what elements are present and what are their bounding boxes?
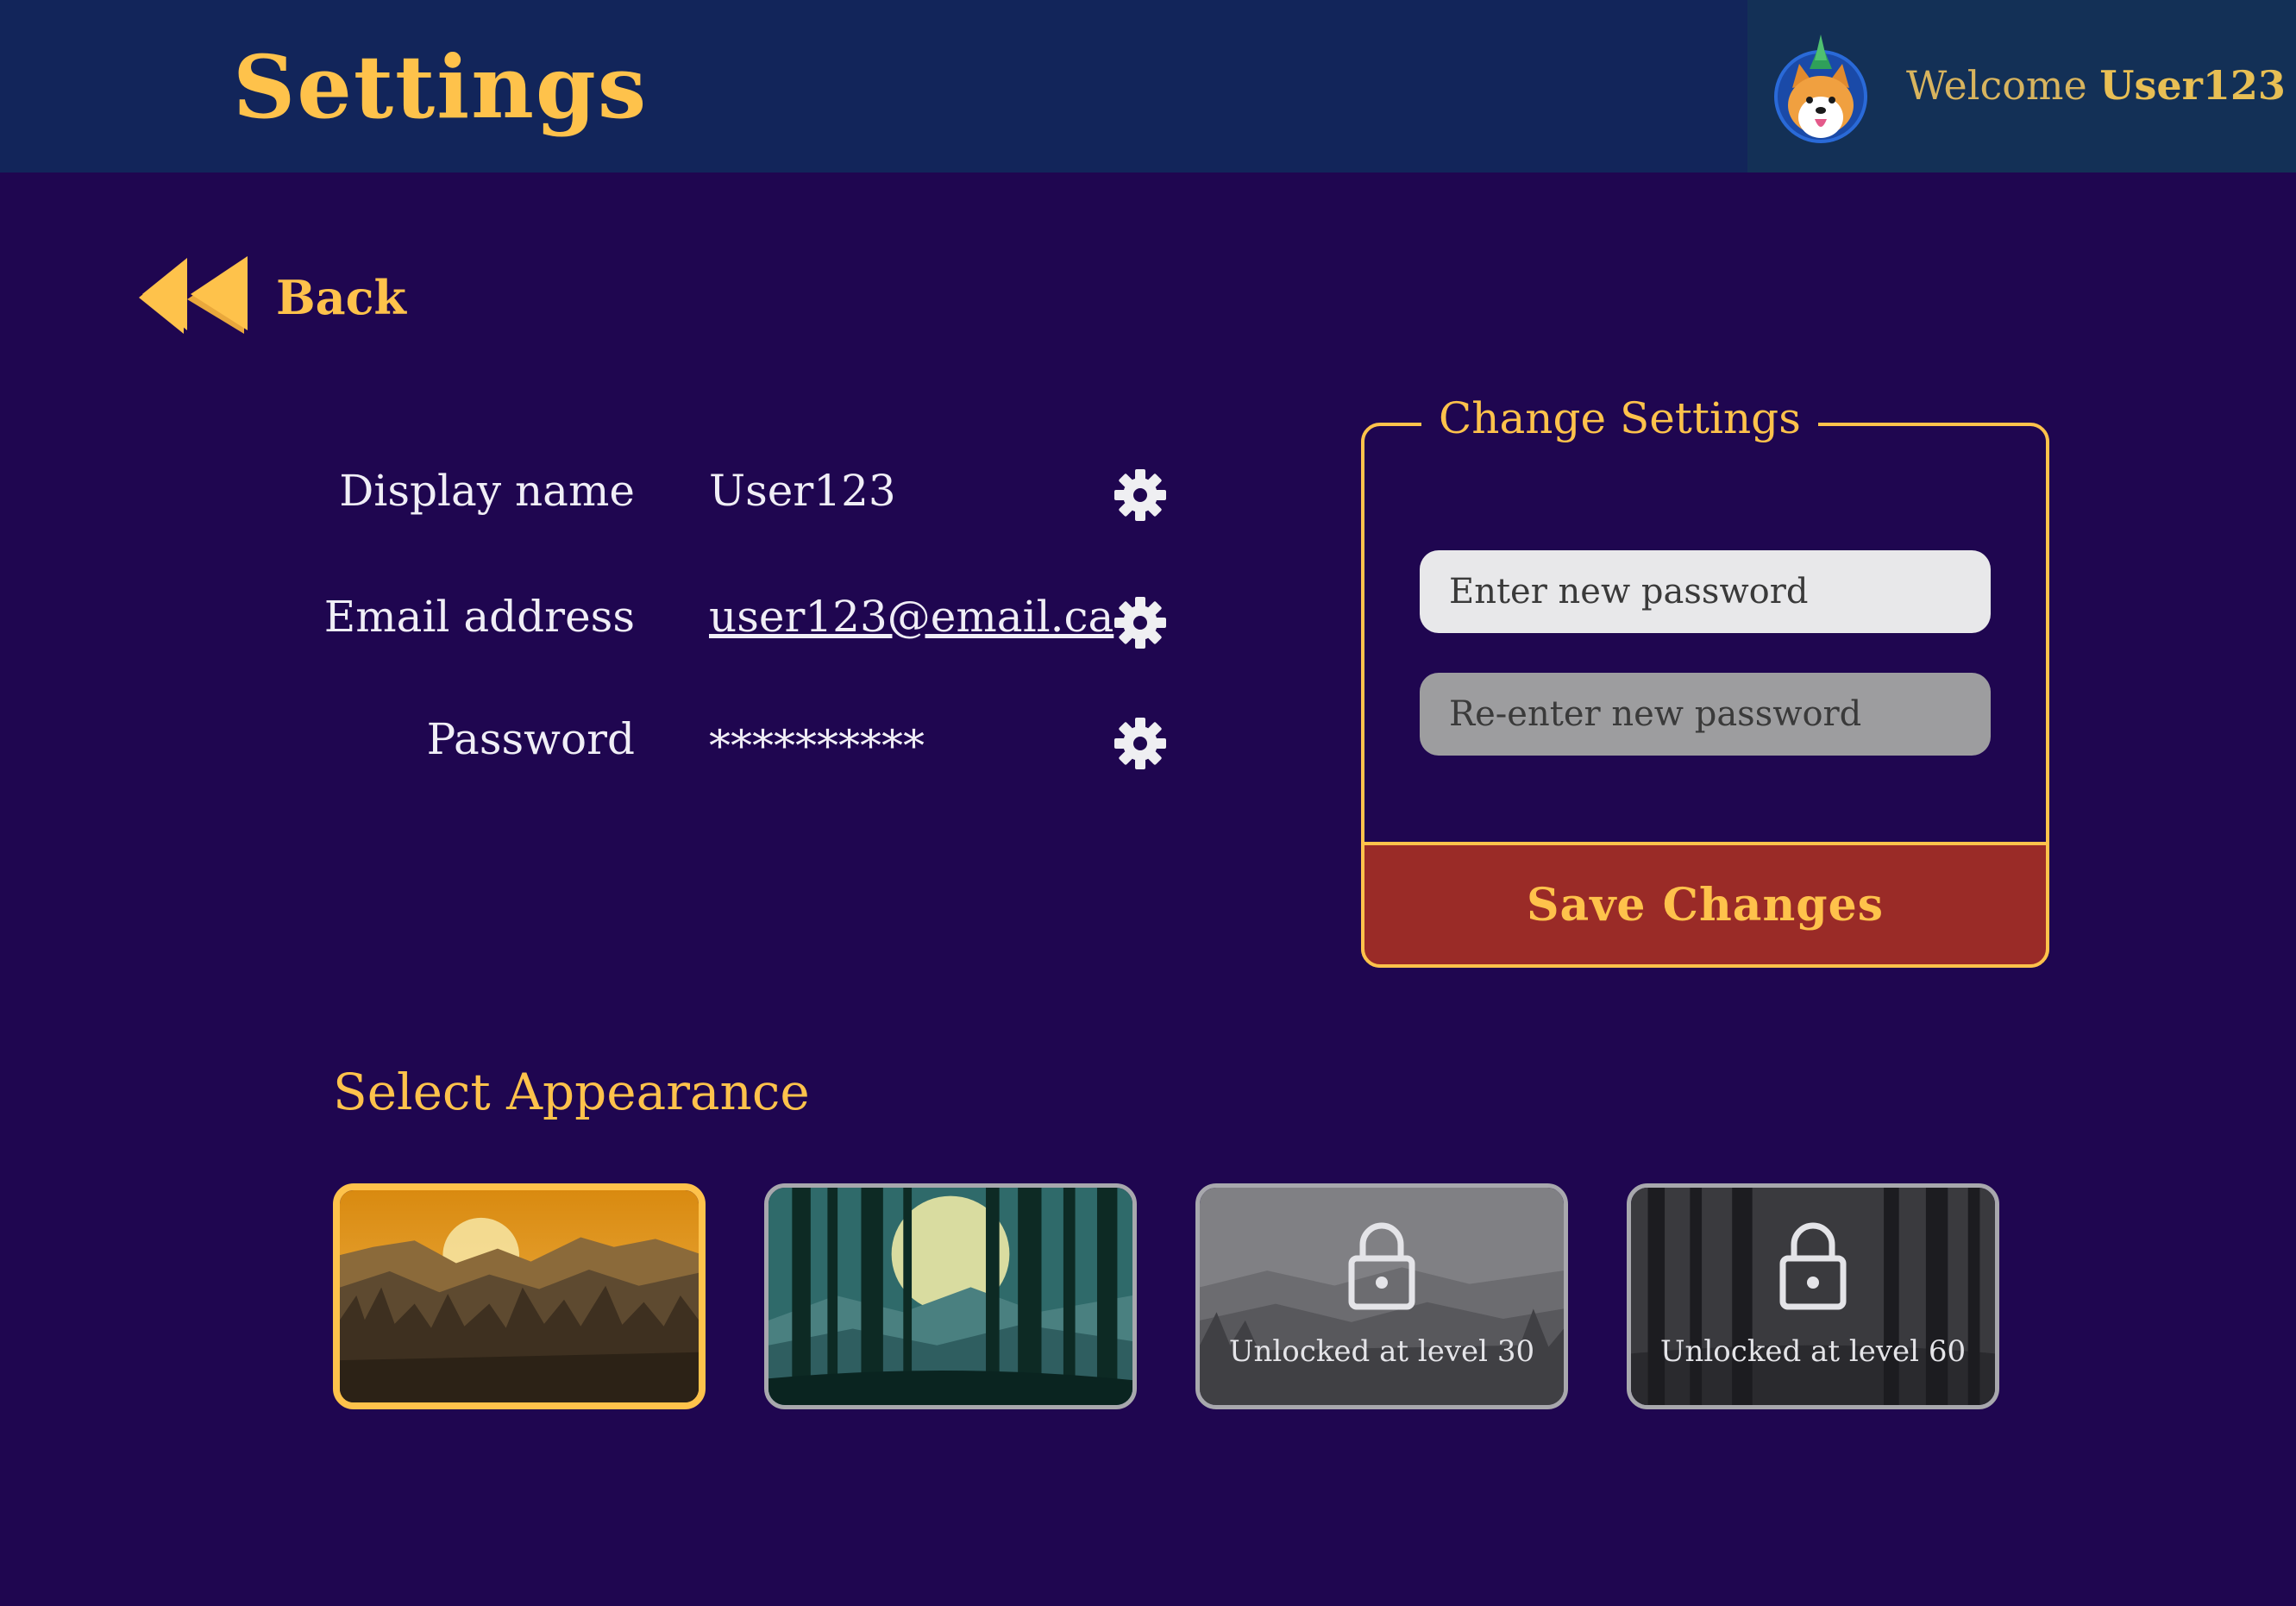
avatar[interactable] [1773, 35, 1877, 155]
change-settings-title: Change Settings [1421, 393, 1818, 443]
theme-tile-locked-30[interactable]: Unlocked at level 30 [1195, 1183, 1568, 1409]
display-name-label: Display name [339, 466, 635, 516]
theme-tile-sunset[interactable] [333, 1183, 706, 1409]
welcome-message: Welcome User123 [1906, 62, 2286, 109]
password-value: ********** [709, 721, 925, 771]
forest-image [768, 1188, 1132, 1405]
welcome-prefix: Welcome [1906, 62, 2087, 109]
gear-icon[interactable] [1113, 467, 1168, 523]
padlock-icon [1348, 1222, 1415, 1310]
user-area[interactable]: Welcome User123 [1747, 0, 2296, 173]
theme-tile-forest[interactable] [764, 1183, 1137, 1409]
email-label: Email address [323, 592, 635, 642]
theme-tile-locked-60[interactable]: Unlocked at level 60 [1627, 1183, 1999, 1409]
back-label: Back [276, 270, 406, 325]
back-button[interactable]: Back [134, 254, 406, 341]
padlock-icon [1779, 1222, 1847, 1310]
lock-requirement-text: Unlocked at level 30 [1228, 1334, 1535, 1369]
save-changes-button[interactable]: Save Changes [1361, 842, 2049, 968]
display-name-value: User123 [709, 466, 896, 516]
reenter-password-input[interactable] [1420, 673, 1991, 756]
gear-icon[interactable] [1113, 716, 1168, 771]
sunset-mountains-image [340, 1190, 699, 1402]
page-title: Settings [233, 36, 649, 138]
gear-icon[interactable] [1113, 595, 1168, 650]
new-password-input[interactable] [1420, 550, 1991, 633]
select-appearance-title: Select Appearance [333, 1063, 810, 1121]
rewind-arrow-icon [139, 256, 248, 334]
welcome-username: User123 [2099, 62, 2286, 109]
password-label: Password [426, 714, 635, 764]
lock-requirement-text: Unlocked at level 60 [1659, 1334, 1967, 1369]
email-value[interactable]: user123@email.ca [709, 592, 1113, 642]
top-header: Settings Welcome User123 [0, 0, 2296, 173]
